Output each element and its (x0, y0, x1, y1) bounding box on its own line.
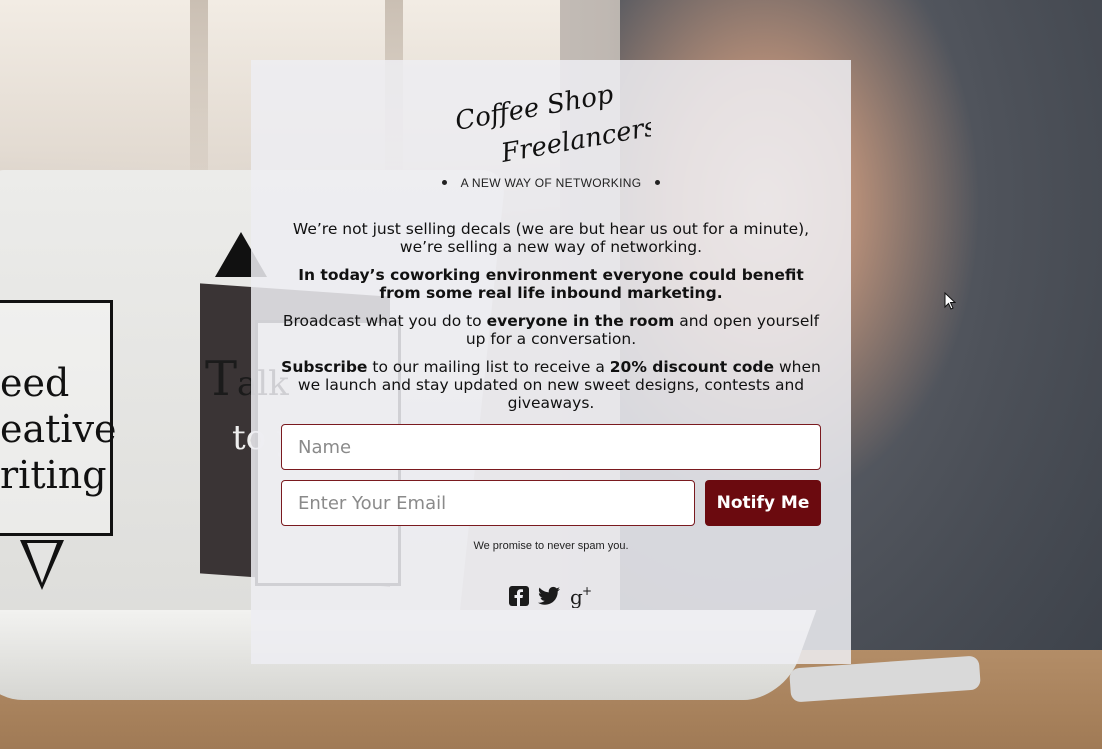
intro-paragraph-2-bold: In today’s coworking environment everyon… (298, 266, 804, 302)
no-spam-note: We promise to never spam you. (473, 540, 629, 552)
google-plus-icon[interactable]: g + (569, 584, 593, 612)
p4-bold-subscribe: Subscribe (281, 358, 368, 376)
p3-before: Broadcast what you do to (282, 312, 487, 330)
p3-bold: everyone in the room (486, 312, 675, 330)
decal-arrow-down-inner (27, 543, 57, 583)
p4-mid: to our mailing list to receive a (367, 358, 610, 376)
email-input[interactable] (281, 480, 695, 526)
p4-bold-discount: 20% discount code (609, 358, 775, 376)
decal-left-text: eed eative riting (0, 361, 117, 497)
intro-paragraph-4: Subscribe to our mailing list to receive… (279, 358, 823, 412)
intro-paragraph-3: Broadcast what you do to everyone in the… (279, 312, 823, 348)
tagline-text: A NEW WAY OF NETWORKING (460, 176, 642, 190)
page-root: eed eative riting Talk to y Coffee Shop … (0, 0, 1102, 749)
tagline-dot-left (441, 180, 447, 186)
brand-logo-art: Coffee Shop Freelancers (453, 88, 651, 168)
intro-paragraph-2: In today’s coworking environment everyon… (279, 266, 823, 302)
svg-text:+: + (582, 584, 592, 598)
mouse-cursor-icon (944, 292, 956, 310)
tagline: A NEW WAY OF NETWORKING (251, 176, 851, 190)
intro-paragraph-1: We’re not just selling decals (we are bu… (292, 220, 810, 256)
signup-panel: Coffee Shop Freelancers A NEW WAY OF NET… (251, 60, 851, 664)
brand-logo: Coffee Shop Freelancers (251, 88, 851, 178)
facebook-icon[interactable] (508, 586, 529, 610)
tagline-dot-right (655, 180, 661, 186)
name-input[interactable] (281, 424, 821, 470)
twitter-icon[interactable] (538, 586, 560, 610)
decal-book-letter: T (205, 351, 238, 407)
notify-me-button[interactable]: Notify Me (705, 480, 821, 526)
social-links: g + (251, 584, 851, 612)
intro-copy: We’re not just selling decals (we are bu… (279, 220, 823, 422)
